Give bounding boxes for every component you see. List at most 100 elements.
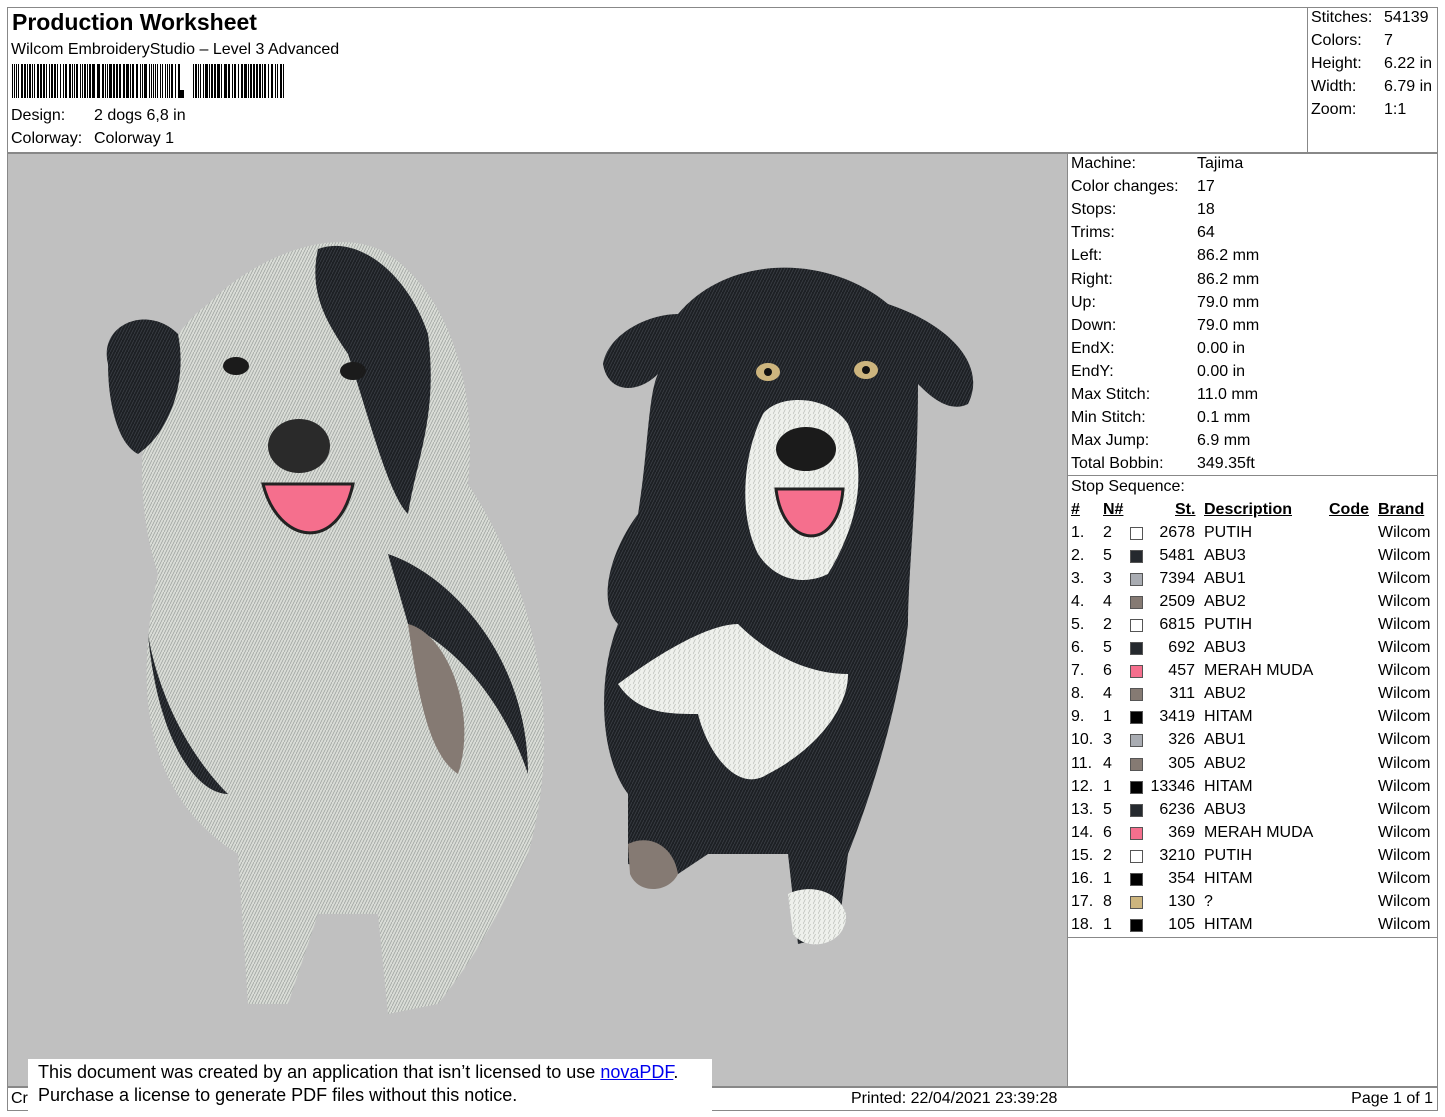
color-swatch xyxy=(1130,665,1143,679)
right-dog-figure xyxy=(603,267,974,945)
notice-line1: This document was created by an applicat… xyxy=(38,1062,601,1082)
machine-info-label: Stops: xyxy=(1071,201,1117,219)
stop-row-brand: Wilcom xyxy=(1378,800,1431,818)
stop-row-needle: 5 xyxy=(1103,800,1112,818)
stop-row-brand: Wilcom xyxy=(1378,823,1431,841)
stop-row-stitches: 5481 xyxy=(1159,547,1195,565)
machine-info-label: Right: xyxy=(1071,270,1113,288)
stop-row-needle: 5 xyxy=(1103,639,1112,657)
color-swatch xyxy=(1130,895,1143,909)
color-swatch xyxy=(1130,527,1143,540)
stop-row-description: ABU2 xyxy=(1204,685,1246,703)
divider xyxy=(1068,937,1437,938)
stop-row-needle: 1 xyxy=(1103,915,1112,933)
machine-info-label: EndY: xyxy=(1071,362,1114,380)
machine-info-label: Color changes: xyxy=(1071,178,1179,196)
machine-info-row: Right: 86.2 mm xyxy=(1071,270,1259,289)
notice-period: . xyxy=(673,1062,679,1082)
machine-info-value: 86.2 mm xyxy=(1197,270,1260,288)
design-value: 2 dogs 6,8 in xyxy=(94,107,186,124)
stop-row-brand: Wilcom xyxy=(1378,616,1431,634)
novapdf-link[interactable]: novaPDF xyxy=(600,1062,673,1082)
stop-row-stitches: 3419 xyxy=(1159,708,1195,726)
colorway-value: Colorway 1 xyxy=(94,130,175,147)
stop-row-brand: Wilcom xyxy=(1378,547,1431,565)
stop-row-stitches: 3210 xyxy=(1159,846,1195,864)
stop-row-stitches: 692 xyxy=(1168,639,1195,657)
machine-info-row: Color changes: 17 xyxy=(1071,178,1215,196)
color-swatch xyxy=(1130,757,1143,771)
stop-row-stitches: 7394 xyxy=(1159,570,1195,588)
machine-info-label: Trims: xyxy=(1071,224,1115,242)
stop-row-brand: Wilcom xyxy=(1378,869,1431,887)
col-header-stitches: St. xyxy=(1175,501,1196,518)
color-swatch xyxy=(1130,550,1143,564)
design-preview-canvas xyxy=(7,153,1068,1087)
divider xyxy=(1068,475,1437,476)
machine-info-row: Max Jump: 6.9 mm xyxy=(1071,432,1250,450)
stop-row-description: ABU3 xyxy=(1204,800,1246,818)
stop-row-number: 7. xyxy=(1071,662,1085,680)
color-swatch xyxy=(1130,780,1143,794)
machine-info-value: 349.35ft xyxy=(1197,455,1255,473)
machine-info-row: EndX: 0.00 in xyxy=(1071,339,1245,358)
software-subtitle: Wilcom EmbroideryStudio – Level 3 Advanc… xyxy=(11,41,340,58)
stop-row-number: 10. xyxy=(1071,731,1094,749)
stop-row-needle: 8 xyxy=(1103,892,1112,910)
stop-row-brand: Wilcom xyxy=(1378,570,1431,588)
machine-info-value: 79.0 mm xyxy=(1197,293,1260,311)
stop-row-needle: 4 xyxy=(1103,685,1112,703)
stop-row-needle: 2 xyxy=(1103,616,1112,634)
stop-row-stitches: 6236 xyxy=(1159,800,1195,818)
footer-left-text: Cr xyxy=(11,1090,28,1107)
stop-row-stitches: 354 xyxy=(1168,869,1195,887)
stop-row-number: 9. xyxy=(1071,708,1085,726)
col-header-code: Code xyxy=(1329,501,1369,518)
color-swatch xyxy=(1130,918,1143,932)
page-title: Production Worksheet xyxy=(12,9,257,35)
stat-value: 1:1 xyxy=(1384,101,1407,118)
machine-info-row: Max Stitch: 11.0 mm xyxy=(1071,386,1258,404)
machine-info-label: EndX: xyxy=(1071,339,1115,357)
stop-row-stitches: 311 xyxy=(1169,685,1195,703)
col-header-description: Description xyxy=(1204,501,1293,518)
machine-info-value: Tajima xyxy=(1197,155,1244,172)
color-swatch xyxy=(1130,711,1143,725)
stop-row-stitches: 2678 xyxy=(1159,524,1195,541)
stop-row-brand: Wilcom xyxy=(1378,915,1431,933)
stop-row-needle: 1 xyxy=(1103,777,1112,795)
stop-row-stitches: 130 xyxy=(1168,892,1195,910)
stop-row-brand: Wilcom xyxy=(1378,754,1431,772)
machine-info-label: Max Jump: xyxy=(1071,432,1150,450)
stop-row-needle: 4 xyxy=(1103,593,1112,611)
stop-row-brand: Wilcom xyxy=(1378,524,1431,541)
stop-row-description: MERAH MUDA xyxy=(1204,662,1314,680)
stop-row-needle: 6 xyxy=(1103,662,1112,680)
barcode-image xyxy=(12,64,284,98)
stop-row-number: 2. xyxy=(1071,547,1085,565)
stop-row-number: 11. xyxy=(1071,754,1093,772)
stat-label: Colors: xyxy=(1311,32,1362,49)
stop-row-description: ? xyxy=(1204,892,1213,910)
stop-row-description: ABU2 xyxy=(1204,593,1246,611)
stat-label: Stitches: xyxy=(1311,9,1373,26)
stat-value: 6.79 in xyxy=(1384,78,1433,95)
stop-row-description: MERAH MUDA xyxy=(1204,823,1314,841)
color-swatch xyxy=(1130,573,1143,587)
stop-row-needle: 2 xyxy=(1103,524,1112,541)
colorway-label: Colorway: xyxy=(11,130,83,147)
stop-row-brand: Wilcom xyxy=(1378,639,1431,657)
stop-row-description: ABU1 xyxy=(1204,731,1246,749)
machine-info-label: Machine: xyxy=(1071,155,1136,172)
machine-info-row: Left: 86.2 mm xyxy=(1071,247,1259,265)
stop-row-description: HITAM xyxy=(1204,869,1253,887)
machine-info-label: Down: xyxy=(1071,316,1117,334)
stop-row-brand: Wilcom xyxy=(1378,731,1431,749)
stat-value: 6.22 in xyxy=(1384,55,1433,72)
stop-sequence-title: Stop Sequence: xyxy=(1071,478,1185,495)
stop-row-number: 16. xyxy=(1071,869,1094,887)
stop-row-stitches: 2509 xyxy=(1159,593,1195,611)
stop-row-number: 8. xyxy=(1071,685,1085,703)
design-label: Design: xyxy=(11,107,66,124)
stop-row-stitches: 6815 xyxy=(1159,616,1195,634)
